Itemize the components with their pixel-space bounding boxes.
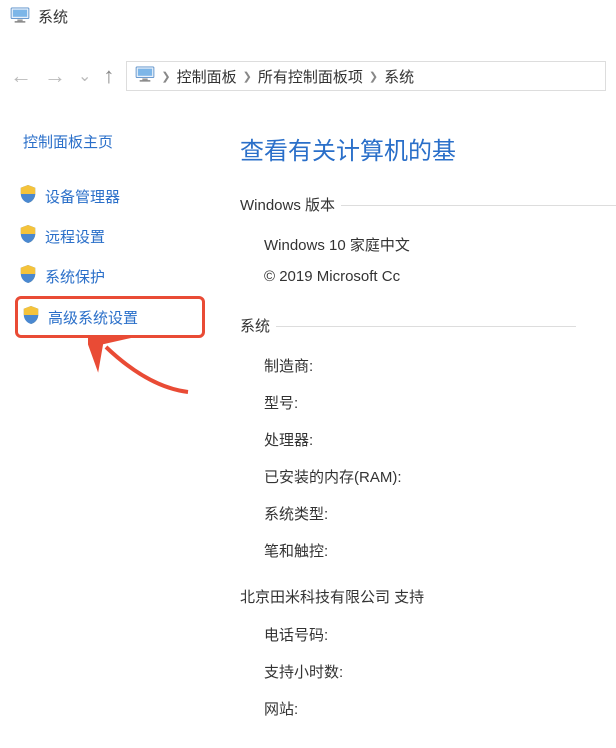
windows-edition-value: Windows 10 家庭中文 [264, 229, 616, 262]
chevron-right-icon: ❯ [161, 70, 170, 83]
breadcrumb-item[interactable]: 系统 [384, 66, 414, 87]
shield-icon [22, 305, 40, 329]
up-arrow-icon[interactable]: ↑ [103, 63, 114, 89]
support-row: 电话号码: [264, 619, 616, 652]
breadcrumb-item[interactable]: 控制面板 [177, 66, 237, 87]
copyright-text: © 2019 Microsoft Cc [240, 268, 616, 285]
forward-arrow-icon[interactable]: → [44, 63, 66, 89]
back-arrow-icon[interactable]: ← [10, 63, 32, 89]
support-section: 北京田米科技有限公司 支持 电话号码: 支持小时数: 网站: [240, 586, 616, 726]
address-icon [135, 66, 155, 86]
address-bar[interactable]: ❯ 控制面板 ❯ 所有控制面板项 ❯ 系统 [126, 61, 606, 91]
sidebar-header[interactable]: 控制面板主页 [15, 131, 205, 152]
support-header: 北京田米科技有限公司 支持 [240, 586, 424, 607]
chevron-right-icon: ❯ [369, 70, 378, 83]
system-section: 系统 制造商: 型号: 处理器: 已安装的内存(RAM): 系统类型: 笔和触控… [240, 315, 616, 568]
window-title: 系统 [38, 6, 68, 27]
sidebar-item-advanced-settings[interactable]: 高级系统设置 [15, 296, 205, 338]
support-row: 网站: [264, 693, 616, 726]
windows-edition-section: Windows 版本 Windows 10 家庭中文 © 2019 Micros… [240, 194, 616, 285]
sidebar-item-system-protection[interactable]: 系统保护 [15, 256, 205, 296]
content: 控制面板主页 设备管理器 远程设置 [0, 119, 616, 744]
shield-icon [19, 264, 37, 288]
section-label: Windows 版本 [240, 194, 335, 215]
titlebar: 系统 [0, 0, 616, 33]
shield-icon [19, 224, 37, 248]
chevron-right-icon: ❯ [243, 70, 252, 83]
sidebar-item-label: 高级系统设置 [48, 307, 138, 328]
system-icon [10, 7, 30, 27]
main-panel: 查看有关计算机的基 Windows 版本 Windows 10 家庭中文 © 2… [220, 119, 616, 744]
sidebar: 控制面板主页 设备管理器 远程设置 [0, 119, 220, 744]
sidebar-item-label: 设备管理器 [45, 186, 120, 207]
system-row: 型号: [264, 387, 616, 420]
system-row: 处理器: [264, 424, 616, 457]
support-row: 支持小时数: [264, 656, 616, 689]
system-row: 制造商: [264, 350, 616, 383]
sidebar-item-label: 系统保护 [45, 266, 105, 287]
annotation-arrow-icon [88, 337, 198, 401]
system-row: 已安装的内存(RAM): [264, 461, 616, 494]
navbar: ← → ⌄ ↑ ❯ 控制面板 ❯ 所有控制面板项 ❯ 系统 [0, 53, 616, 99]
dropdown-icon[interactable]: ⌄ [78, 66, 91, 86]
sidebar-item-remote-settings[interactable]: 远程设置 [15, 216, 205, 256]
sidebar-item-device-manager[interactable]: 设备管理器 [15, 176, 205, 216]
section-label: 系统 [240, 315, 270, 336]
system-row: 笔和触控: [264, 535, 616, 568]
sidebar-item-label: 远程设置 [45, 226, 105, 247]
breadcrumb: ❯ 控制面板 ❯ 所有控制面板项 ❯ 系统 [161, 66, 414, 87]
system-row: 系统类型: [264, 498, 616, 531]
shield-icon [19, 184, 37, 208]
page-title: 查看有关计算机的基 [240, 131, 616, 166]
breadcrumb-item[interactable]: 所有控制面板项 [258, 66, 363, 87]
